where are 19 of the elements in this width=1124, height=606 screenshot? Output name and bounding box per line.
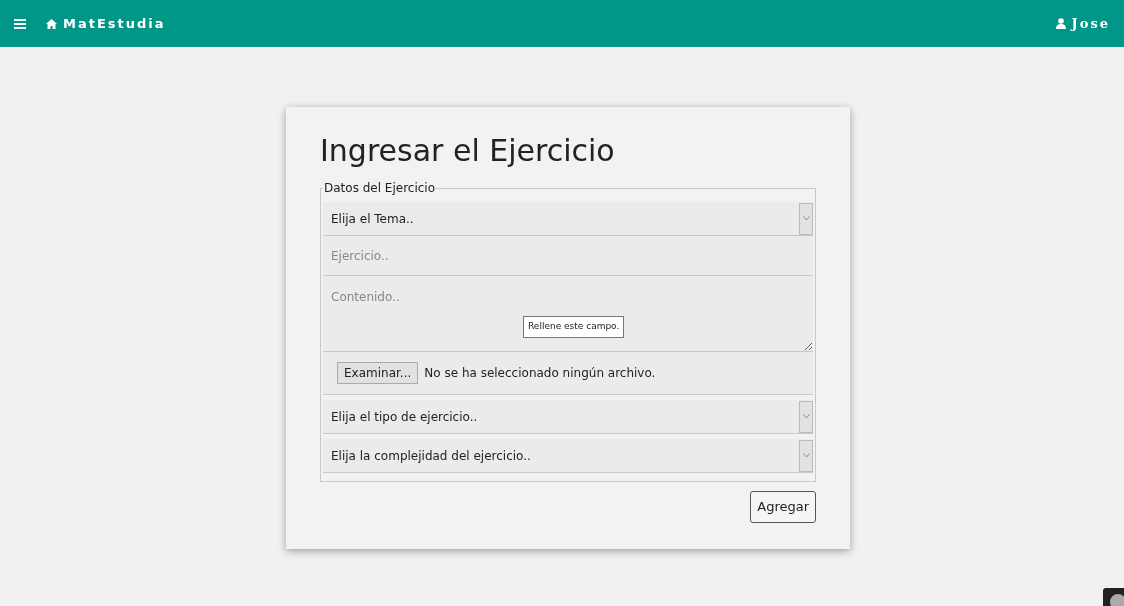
user-link[interactable]: Jose	[1055, 13, 1110, 34]
user-icon	[1055, 18, 1066, 29]
submit-button[interactable]: Agregar	[750, 491, 816, 523]
browse-button[interactable]: Examinar...	[337, 362, 419, 384]
chevron-down-icon[interactable]	[799, 202, 813, 235]
fieldset-legend: Datos del Ejercicio	[323, 179, 437, 197]
validation-tooltip: Rellene este campo.	[523, 316, 625, 338]
select-field[interactable]: Elija la complejidad del ejercicio..	[323, 439, 813, 473]
debug-toolbar-icon[interactable]	[1103, 588, 1124, 606]
chevron-down-icon[interactable]	[799, 439, 813, 472]
select-field[interactable]: Elija el Tema..	[323, 202, 813, 236]
exercise-input[interactable]: Ejercicio..	[323, 236, 813, 276]
form-title: Ingresar el Ejercicio	[320, 132, 616, 170]
file-status-text: No se ha seleccionado ningún archivo.	[424, 365, 656, 382]
chevron-down-icon[interactable]	[799, 400, 813, 433]
home-icon	[46, 18, 57, 29]
menu-icon[interactable]	[14, 18, 26, 29]
home-link[interactable]: MatEstudia	[46, 13, 166, 34]
select-field[interactable]: Elija el tipo de ejercicio..	[323, 400, 813, 434]
